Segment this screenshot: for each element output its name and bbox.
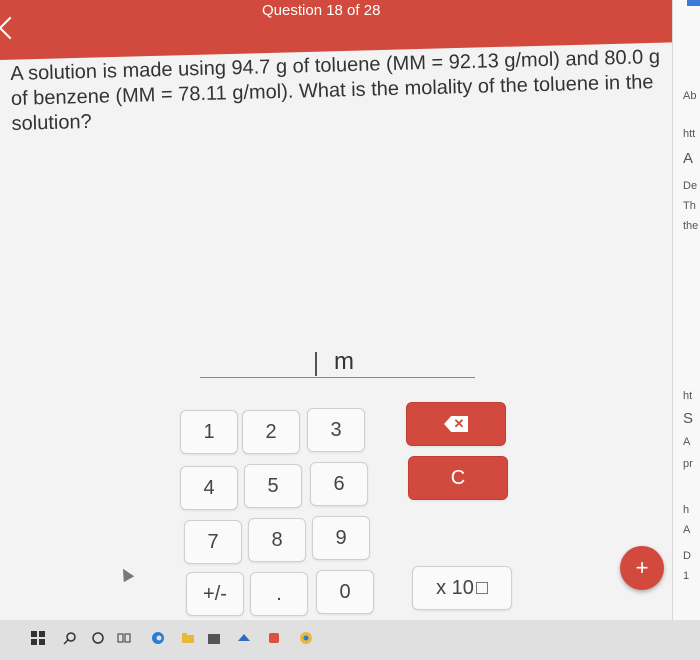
answer-unit: m: [334, 348, 354, 375]
side-item: 1: [683, 570, 690, 582]
exponent-box-icon: [475, 582, 488, 594]
file-explorer-icon[interactable]: [180, 630, 196, 646]
key-plusminus[interactable]: +/-: [186, 572, 244, 616]
key-0[interactable]: 0: [316, 570, 374, 614]
app-icon[interactable]: [266, 630, 282, 646]
side-item: D: [683, 550, 691, 562]
side-item: A: [683, 436, 691, 448]
key-6[interactable]: 6: [310, 462, 368, 506]
store-icon[interactable]: [206, 630, 222, 646]
side-item: h: [683, 504, 690, 516]
key-1[interactable]: 1: [180, 410, 238, 454]
backspace-icon: ✕: [444, 416, 468, 432]
app-screen: Question 18 of 28 A solution is made usi…: [0, 0, 672, 620]
mail-icon[interactable]: [236, 630, 252, 646]
windows-start-icon[interactable]: [30, 630, 46, 646]
text-cursor: [315, 352, 317, 376]
mouse-pointer-icon: [117, 565, 135, 583]
side-item: pr: [683, 458, 693, 470]
side-item: S: [683, 410, 694, 427]
taskbar: [0, 620, 700, 660]
edge-browser-icon[interactable]: [150, 630, 166, 646]
key-7[interactable]: 7: [184, 520, 242, 564]
side-panel: Ab htt A De Th the ht S A pr h A D 1: [672, 0, 700, 620]
cortana-icon[interactable]: [90, 630, 106, 646]
side-accent-bar: [687, 0, 700, 6]
key-3[interactable]: 3: [307, 408, 365, 452]
times-ten-button[interactable]: x 10: [412, 566, 512, 610]
key-5[interactable]: 5: [244, 464, 302, 508]
task-view-icon[interactable]: [116, 630, 132, 646]
key-9[interactable]: 9: [312, 516, 370, 560]
question-text: A solution is made using 94.7 g of tolue…: [10, 45, 661, 135]
key-4[interactable]: 4: [180, 466, 238, 510]
side-item: ht: [683, 390, 693, 402]
key-8[interactable]: 8: [248, 518, 306, 562]
times-ten-label: x 10: [436, 576, 474, 599]
side-item: Th: [683, 200, 696, 212]
answer-field[interactable]: m: [200, 340, 475, 380]
side-item: Ab: [683, 90, 697, 102]
side-item: htt: [683, 128, 696, 140]
key-2[interactable]: 2: [242, 410, 300, 454]
side-item: the: [683, 220, 699, 232]
search-icon[interactable]: [62, 630, 78, 646]
question-counter: Question 18 of 28: [262, 2, 381, 19]
side-item: De: [683, 180, 698, 192]
clear-button[interactable]: C: [408, 456, 508, 500]
add-fab-button[interactable]: +: [620, 546, 664, 590]
side-item: A: [683, 150, 694, 167]
chrome-icon[interactable]: [298, 630, 314, 646]
answer-underline: [200, 377, 475, 378]
backspace-button[interactable]: ✕: [406, 402, 506, 446]
side-item: A: [683, 524, 691, 536]
key-decimal[interactable]: .: [250, 572, 308, 616]
